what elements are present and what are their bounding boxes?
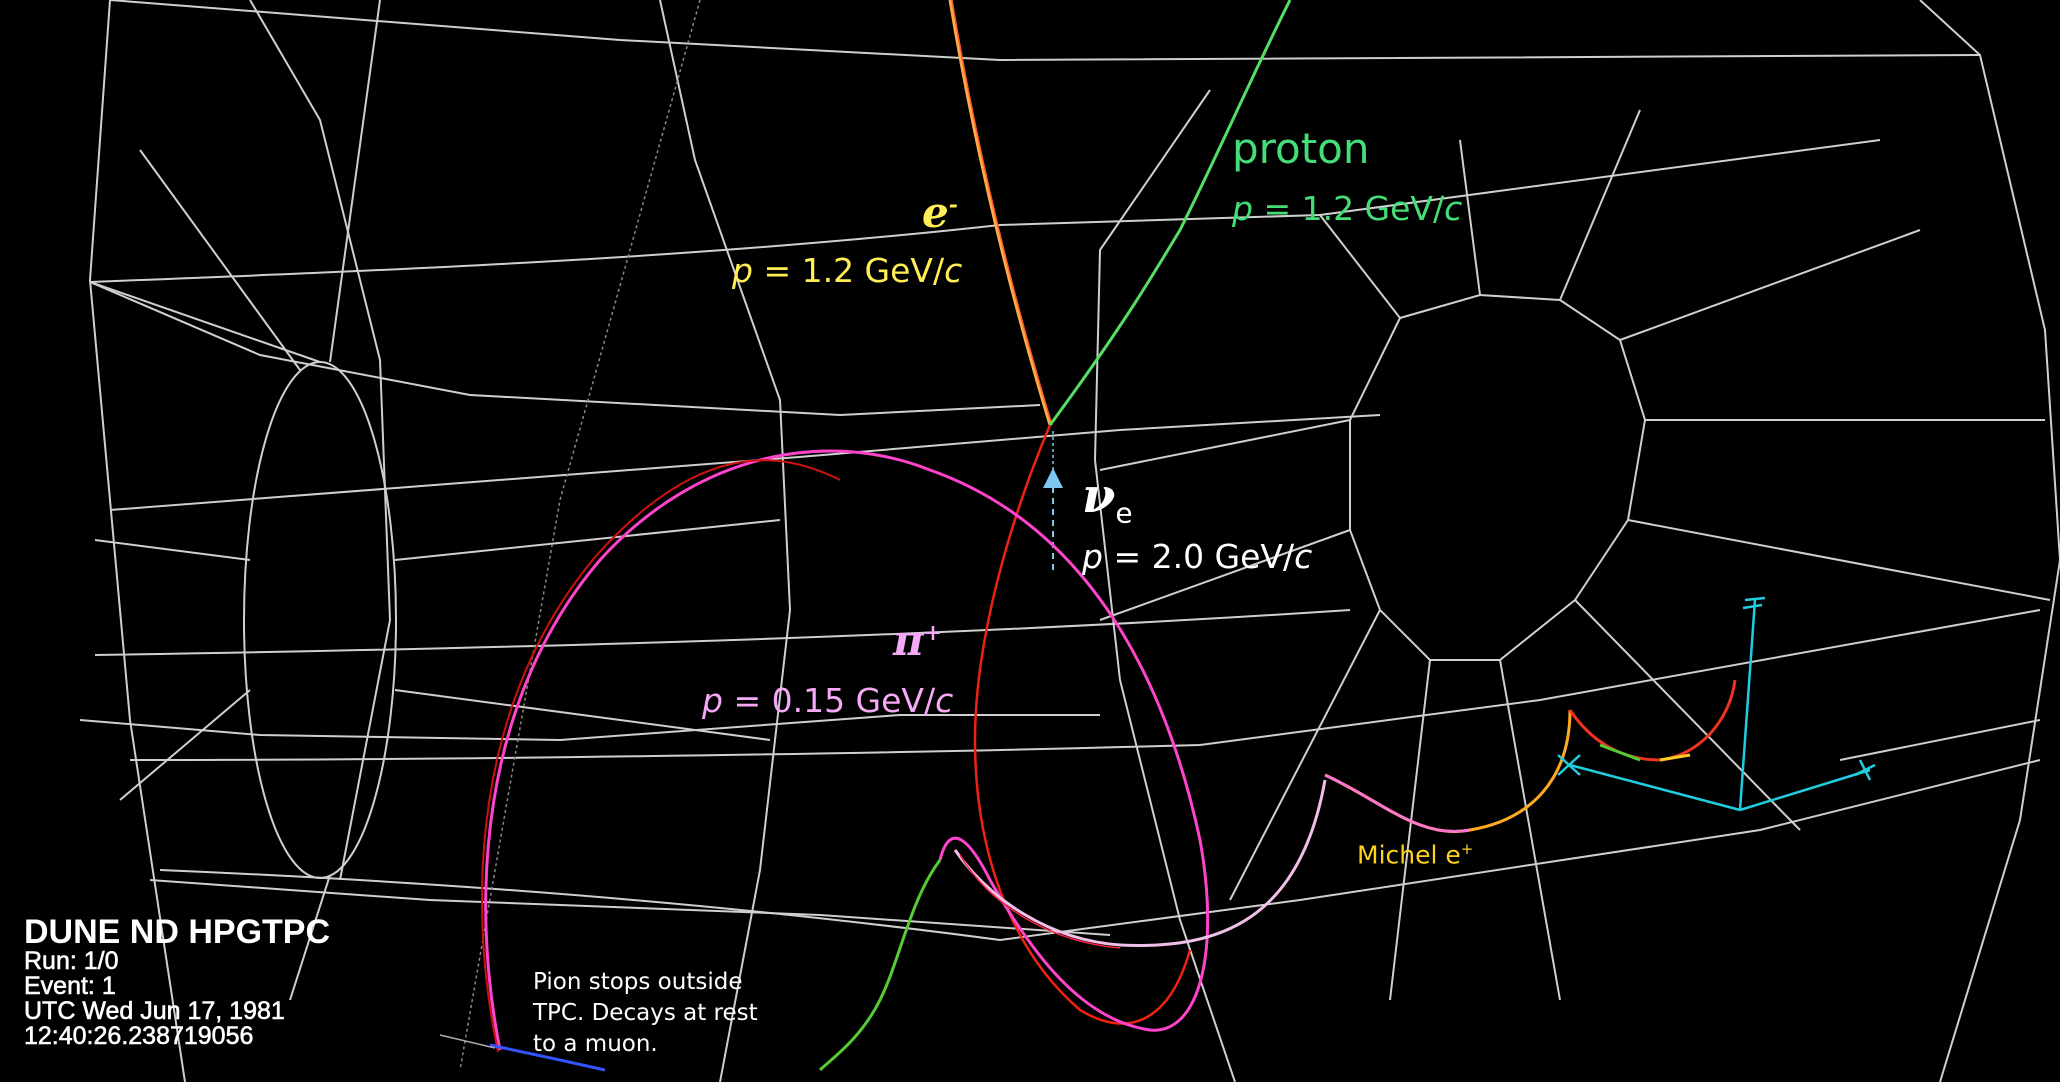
proton-momentum-unit: c bbox=[1444, 189, 1463, 228]
michel-positron-track bbox=[1324, 679, 1737, 833]
neutrino-momentum-unit: c bbox=[1294, 537, 1313, 576]
pion-momentum: p = 0.15 GeV/c bbox=[702, 684, 953, 717]
event-number: Event: 1 bbox=[24, 972, 116, 1000]
electron-momentum-unit: c bbox=[944, 251, 963, 290]
detector-wireframe bbox=[79, 0, 2060, 1082]
neutrino-momentum-value: = 2.0 GeV/ bbox=[1102, 537, 1295, 576]
electron-charge: - bbox=[948, 192, 958, 218]
neutrino-momentum: p = 2.0 GeV/c bbox=[1082, 540, 1312, 573]
pion-momentum-unit: c bbox=[935, 681, 954, 720]
neutrino-momentum-p: p bbox=[1082, 537, 1103, 576]
proton-momentum-p: p bbox=[1232, 189, 1253, 228]
pion-charge: + bbox=[923, 620, 943, 646]
neutrino-label: νe bbox=[1082, 472, 1133, 528]
michel-label: Michel e+ bbox=[1357, 840, 1474, 870]
neutrino-symbol: ν bbox=[1082, 468, 1116, 524]
proton-momentum-value: = 1.2 GeV/ bbox=[1252, 189, 1445, 228]
utc-date: UTC Wed Jun 17, 1981 bbox=[24, 997, 285, 1025]
electron-momentum: p = 1.2 GeV/c bbox=[732, 254, 962, 287]
neutrino-arrow bbox=[1043, 428, 1063, 570]
pion-momentum-value: = 0.15 GeV/ bbox=[722, 681, 936, 720]
michel-text: Michel e bbox=[1357, 840, 1461, 870]
electron-momentum-value: = 1.2 GeV/ bbox=[752, 251, 945, 290]
neutrino-flavor: e bbox=[1115, 496, 1133, 530]
note-line: to a muon. bbox=[533, 1031, 658, 1057]
guide-segment bbox=[439, 1034, 496, 1049]
pion-momentum-p: p bbox=[702, 681, 723, 720]
run-number: Run: 1/0 bbox=[24, 947, 119, 975]
electron-label: e- bbox=[922, 192, 958, 234]
proton-momentum: p = 1.2 GeV/c bbox=[1232, 192, 1462, 225]
pion-note: Pion stops outside TPC. Decays at rest t… bbox=[533, 967, 793, 1060]
pion-label: π+ bbox=[893, 620, 942, 662]
electron-symbol: e bbox=[922, 188, 949, 237]
detector-title: DUNE ND HPGTPC bbox=[24, 913, 331, 951]
michel-charge: + bbox=[1460, 840, 1474, 858]
proton-label: proton bbox=[1232, 128, 1369, 170]
pion-symbol: π bbox=[893, 616, 924, 665]
note-line: Pion stops outside bbox=[533, 969, 743, 995]
utc-time: 12:40:26.238719056 bbox=[24, 1022, 254, 1050]
run-info: DUNE ND HPGTPC Run: 1/0 Event: 1 UTC Wed… bbox=[24, 915, 330, 1049]
note-line: TPC. Decays at rest bbox=[533, 1000, 758, 1026]
electron-momentum-p: p bbox=[732, 251, 753, 290]
proton-name: proton bbox=[1232, 124, 1370, 173]
